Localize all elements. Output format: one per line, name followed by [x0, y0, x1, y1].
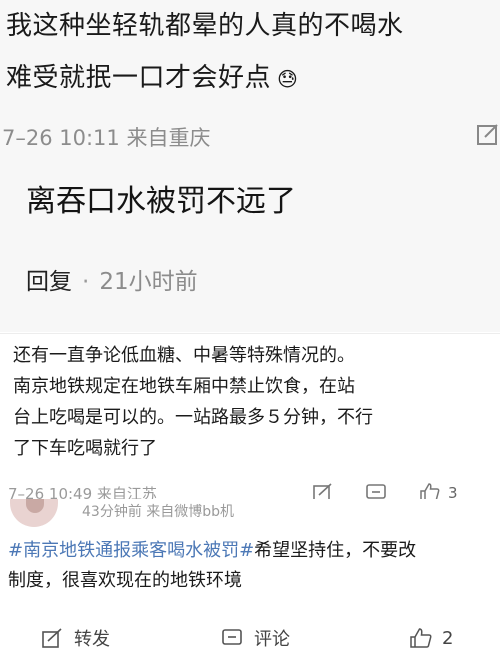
top-comment-card: 我这种坐轻轨都晕的人真的不喝水 难受就抿一口才会好点 😓 7–26 10:11 来… [0, 0, 500, 332]
like-count: 2 [442, 627, 454, 649]
reply-time: 21小时前 [99, 269, 198, 295]
post-text-line-1: #南京地铁通报乘客喝水被罚#希望坚持住，不要改 [8, 540, 417, 561]
like-button[interactable]: 2 [410, 626, 453, 650]
weibo-post-card: 43分钟前 来自微博bb机 #南京地铁通报乘客喝水被罚#希望坚持住，不要改 制度… [0, 499, 500, 666]
post-text-line-2: 制度，很喜欢现在的地铁环境 [8, 570, 242, 591]
middle-comment-card: 还有一直争论低血糖、中暑等特殊情况的。 南京地铁规定在地铁车厢中禁止饮食，在站 … [0, 333, 500, 503]
avatar[interactable] [10, 499, 58, 527]
comment-button[interactable]: 评论 [222, 626, 290, 650]
comment-line: 南京地铁规定在地铁车厢中禁止饮食，在站 [13, 376, 355, 397]
comment-icon [222, 629, 242, 645]
repost-icon [42, 628, 62, 648]
comment-line: 台上吃喝是可以的。一站路最多５分钟，不行 [13, 407, 373, 428]
comment-line: 了下车吃喝就行了 [13, 438, 157, 459]
post-meta: 43分钟前 来自微博bb机 [82, 504, 235, 520]
sweat-emoji: 😓 [277, 67, 299, 91]
repost-label: 转发 [74, 629, 110, 650]
reply-text: 离吞口水被罚不远了 [26, 184, 296, 219]
comment-line: 还有一直争论低血糖、中暑等特殊情况的。 [13, 345, 355, 366]
page: 我这种坐轻轨都晕的人真的不喝水 难受就抿一口才会好点 😓 7–26 10:11 来… [0, 0, 500, 666]
topic-link[interactable]: #南京地铁通报乘客喝水被罚# [8, 540, 254, 561]
separator-dot: · [82, 269, 90, 295]
repost-button[interactable]: 转发 [42, 626, 110, 650]
reply-action-row: 回复 · 21小时前 [26, 262, 198, 296]
reply-button[interactable]: 回复 [26, 269, 72, 295]
comment-meta: 7–26 10:11 来自重庆 [2, 126, 211, 150]
comment-text-line-2: 难受就抿一口才会好点 😓 [6, 63, 299, 93]
comment-label: 评论 [254, 629, 290, 650]
edit-icon[interactable] [476, 122, 500, 146]
like-icon [410, 628, 432, 648]
comment-text-line-1: 我这种坐轻轨都晕的人真的不喝水 [6, 11, 404, 41]
